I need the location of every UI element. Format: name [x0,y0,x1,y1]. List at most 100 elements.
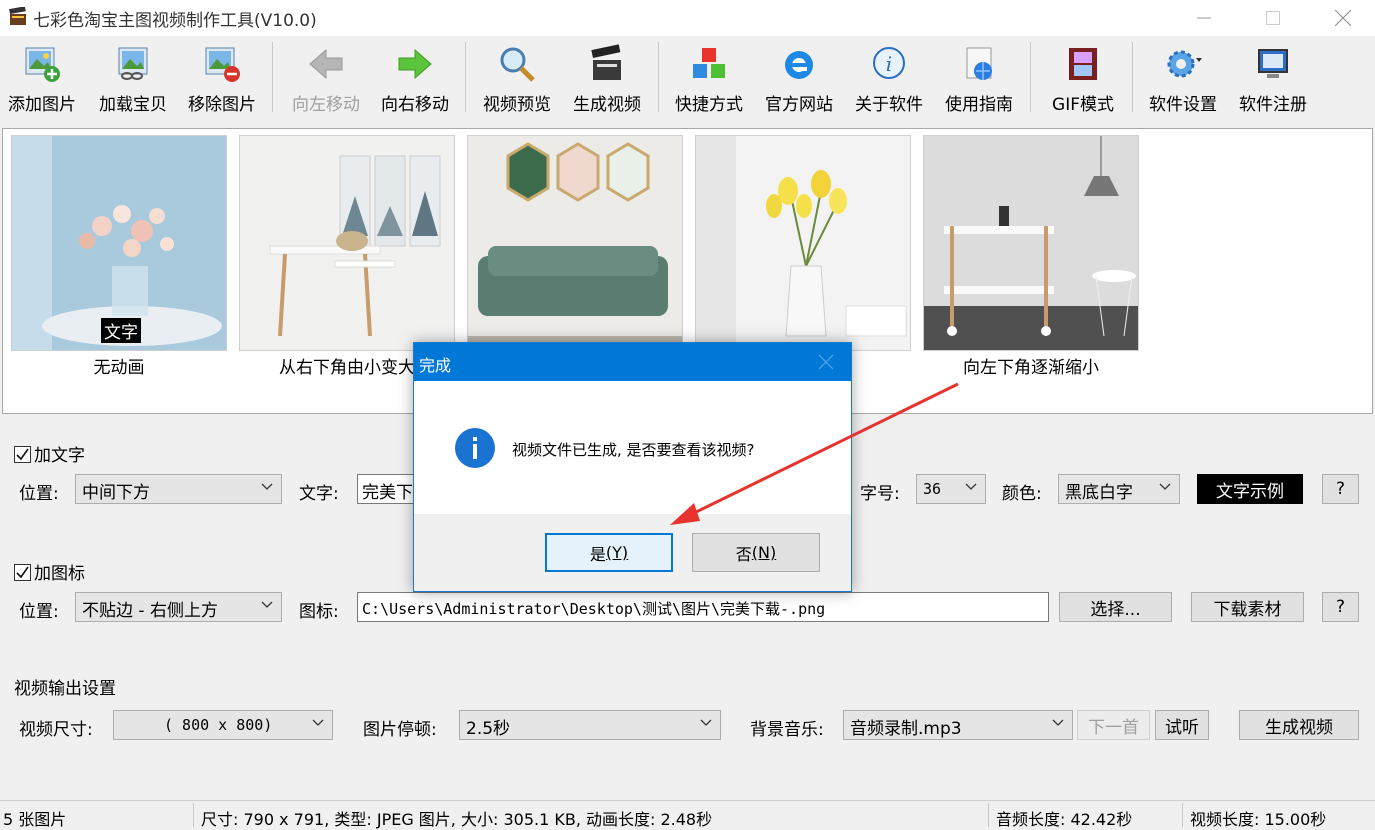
chevron-down-icon [312,719,324,726]
generate-video-toolbar-button[interactable]: 生成视频 [568,40,646,120]
generate-video-button[interactable]: 生成视频 [1239,710,1359,740]
official-site-button[interactable]: 官方网站 [760,40,838,120]
add-image-button[interactable]: 添加图片 [4,40,80,120]
gif-mode-label: GIF模式 [1052,95,1114,115]
add-text-checkbox[interactable]: 加文字 [14,441,85,466]
load-item-icon [118,47,148,80]
toolbar-separator [658,42,659,112]
app-clapperboard-icon [9,7,26,25]
thumbnail-caption: 向左下角逐渐缩小 [963,358,1099,378]
http-globe-icon [966,47,992,80]
download-assets-button[interactable]: 下载素材 [1191,592,1304,622]
icon-help-button[interactable]: ? [1322,592,1359,622]
check-icon [16,448,29,461]
close-button[interactable] [1320,0,1366,36]
about-label: 关于软件 [855,95,923,115]
audio-length: 音频长度: 42.42秒 [996,810,1133,829]
minimize-icon [1197,17,1211,19]
thumbnail-4[interactable] [695,135,911,351]
icon-position-label: 位置: [19,602,59,622]
add-image-label: 添加图片 [8,95,76,115]
dialog-body: 视频文件已生成, 是否要查看该视频? [414,381,851,514]
chevron-down-icon [261,483,273,490]
settings-button[interactable]: 软件设置 [1144,40,1222,120]
gif-mode-button[interactable]: GIF模式 [1044,40,1122,120]
about-button[interactable]: i 关于软件 [850,40,928,120]
text-color-select[interactable]: 黑底白字 [1058,474,1180,504]
text-help-button[interactable]: ? [1322,474,1359,504]
toolbar-separator [272,42,273,112]
no-hotkey: (N) [751,543,777,562]
chevron-down-icon [965,483,977,490]
text-position-select[interactable]: 中间下方 [75,474,282,504]
settings-label: 软件设置 [1149,95,1217,115]
shortcut-label: 快捷方式 [675,95,743,115]
toolbar-separator [465,42,466,112]
thumbnail-2[interactable] [239,135,455,351]
shortcut-button[interactable]: 快捷方式 [670,40,748,120]
user-guide-label: 使用指南 [945,95,1013,115]
text-content-label: 文字: [299,484,339,504]
video-length: 视频长度: 15.00秒 [1190,810,1327,829]
background-music-select[interactable]: 音频录制.mp3 [843,710,1073,740]
user-guide-button[interactable]: 使用指南 [940,40,1018,120]
text-sample-button[interactable]: 文字示例 [1197,474,1303,504]
yes-hotkey: (Y) [605,543,629,562]
image-pause-select[interactable]: 2.5秒 [459,710,721,740]
text-color-value: 黑底白字 [1065,483,1133,503]
load-item-button[interactable]: 加载宝贝 [94,40,172,120]
icon-path-input[interactable]: C:\Users\Administrator\Desktop\测试\图片\完美下… [357,592,1049,622]
remove-image-icon [205,47,240,82]
chevron-down-icon [1159,483,1171,490]
thumbnail-5[interactable] [923,135,1139,351]
move-left-button[interactable]: 向左移动 [286,40,366,120]
icon-position-value: 不贴边 - 右侧上方 [82,601,218,621]
svg-text:i: i [886,52,892,76]
no-button[interactable]: 否 (N) [692,533,820,572]
register-button[interactable]: 软件注册 [1234,40,1312,120]
video-preview-button[interactable]: 视频预览 [478,40,556,120]
add-icon-checkbox[interactable]: 加图标 [14,559,85,584]
icon-position-select[interactable]: 不贴边 - 右侧上方 [75,592,282,622]
add-image-icon [25,47,60,82]
no-label: 否 [735,544,752,564]
move-left-label: 向左移动 [292,95,360,115]
maximize-button[interactable] [1250,0,1296,36]
status-separator [1182,803,1183,827]
move-right-button[interactable]: 向右移动 [376,40,454,120]
side-cart-image [924,136,1138,350]
move-right-label: 向右移动 [381,95,449,115]
text-position-value: 中间下方 [82,483,150,503]
listen-button[interactable]: 试听 [1155,710,1209,740]
font-size-select[interactable]: 36 [916,474,986,504]
choose-icon-button[interactable]: 选择... [1059,592,1172,622]
status-bar: 5 张图片 尺寸: 790 x 791, 类型: JPEG 图片, 大小: 30… [0,800,1375,829]
text-color-label: 颜色: [1002,484,1042,504]
close-icon [1335,10,1351,26]
close-icon[interactable] [817,353,835,371]
remove-image-button[interactable]: 移除图片 [184,40,260,120]
toolbar: 添加图片 加载宝贝 移除图片 向左移动 向右移动 视频预览 生成视频 快捷方式 … [0,36,1375,126]
info-icon: i [873,47,905,79]
font-size-label: 字号: [860,484,900,504]
thumbnail-1[interactable]: 文字 [11,135,227,351]
video-preview-label: 视频预览 [483,95,551,115]
cubes-icon [693,48,725,78]
checkbox[interactable] [14,446,31,463]
info-icon [455,428,495,468]
minimize-button[interactable] [1181,0,1227,36]
dining-table-image [240,136,454,350]
video-size-select[interactable]: ( 800 x 800) [113,710,333,740]
next-track-button[interactable]: 下一首 [1077,710,1150,740]
thumbnail-3[interactable] [467,135,683,351]
clapperboard-icon [591,44,621,80]
register-label: 软件注册 [1239,95,1307,115]
yes-button[interactable]: 是 (Y) [545,533,673,572]
calla-lily-image [696,136,910,350]
chevron-down-icon [1052,719,1064,726]
checkbox[interactable] [14,564,31,581]
dialog-title: 完成 [419,356,452,375]
background-music-value: 音频录制.mp3 [850,719,962,739]
toolbar-separator [1132,42,1133,112]
completion-dialog: 完成 视频文件已生成, 是否要查看该视频? 是 (Y) 否 (N) [413,342,852,592]
